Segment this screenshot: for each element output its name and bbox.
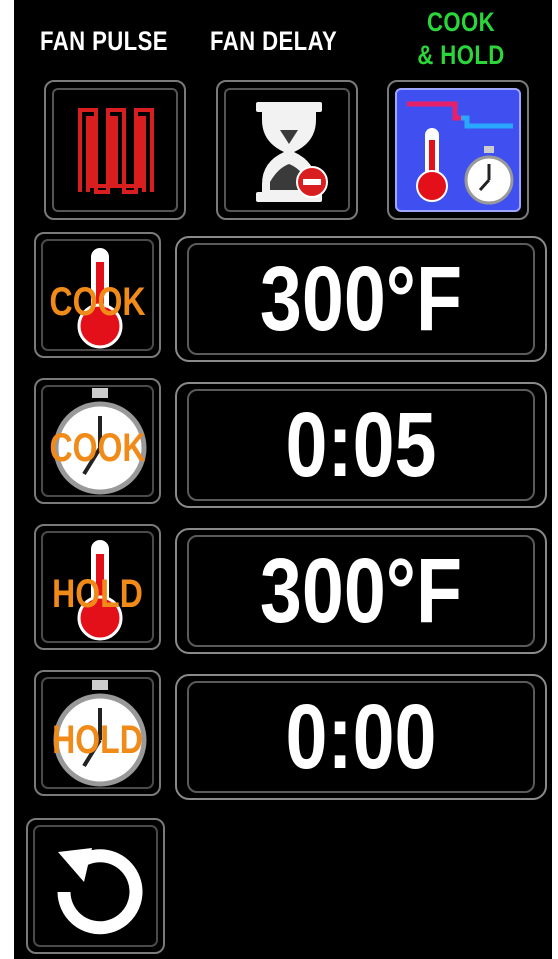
- hold-temp-value: 300°F: [259, 539, 463, 642]
- cook-time-value-box[interactable]: 0:05: [175, 382, 547, 508]
- fan-pulse-button[interactable]: [44, 80, 186, 220]
- cook-temp-overlay-label: COOK: [49, 280, 146, 324]
- fan-delay-label: FAN DELAY: [210, 26, 338, 56]
- cook-time-value: 0:05: [285, 393, 437, 496]
- thermometer-timer-icon: [407, 101, 514, 205]
- fan-delay-button[interactable]: [216, 80, 358, 220]
- cook-temp-value-box[interactable]: 300°F: [175, 236, 547, 362]
- cook-time-icon-button[interactable]: COOK: [34, 378, 161, 504]
- control-screen: FAN PULSE FAN DELAY COOK & HOLD COOK 300…: [14, 0, 552, 959]
- hold-time-value-box[interactable]: 0:00: [175, 674, 547, 800]
- cook-hold-label-line1: COOK: [426, 7, 496, 37]
- hold-temp-icon-button[interactable]: HOLD: [34, 524, 161, 650]
- cook-hold-label: COOK & HOLD: [416, 6, 506, 72]
- hold-temp-value-box[interactable]: 300°F: [175, 528, 547, 654]
- hold-time-overlay-label: HOLD: [52, 718, 143, 762]
- hold-temp-overlay-label: HOLD: [52, 572, 143, 616]
- fan-pulse-label: FAN PULSE: [40, 26, 168, 56]
- cook-temp-icon-button[interactable]: COOK: [34, 232, 161, 358]
- hold-time-value: 0:00: [285, 685, 437, 788]
- reset-icon: [57, 848, 143, 935]
- cook-hold-label-line2: & HOLD: [417, 40, 505, 70]
- hourglass-icon: [256, 102, 328, 202]
- cook-time-overlay-label: COOK: [49, 426, 146, 470]
- cook-temp-value: 300°F: [259, 247, 463, 350]
- reset-button[interactable]: [26, 818, 165, 954]
- hold-time-icon-button[interactable]: HOLD: [34, 670, 161, 796]
- cook-hold-button[interactable]: [387, 80, 529, 220]
- pulse-wave-icon: [78, 108, 154, 194]
